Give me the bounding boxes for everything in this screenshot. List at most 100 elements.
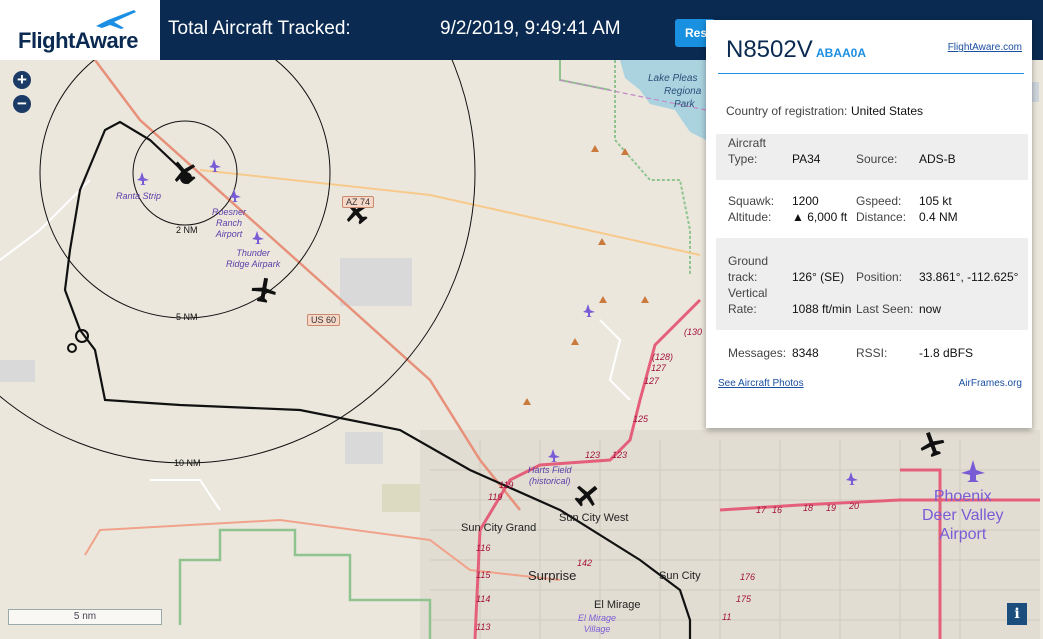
airport-label-line: Ranch	[216, 218, 243, 228]
lake-pleasant-label: Lake Pleas Regiona Park	[648, 72, 701, 111]
route-number: 19	[826, 503, 837, 513]
route-number: 127	[651, 363, 667, 373]
airport-label-line: Roesner	[212, 207, 247, 217]
airport-label-roesner: Roesner Ranch Airport	[212, 207, 246, 240]
airport-label-line: Ridge Airpark	[226, 259, 281, 269]
vertical-rate-value: 1088 ft/min	[792, 302, 852, 316]
route-number: 175	[736, 594, 752, 604]
el-mirage-village-label: El Mirage Village	[578, 613, 616, 635]
source-label: Source:	[856, 152, 898, 166]
airport-label-line: Harts Field	[528, 465, 572, 475]
ring-label-10nm: 10 NM	[174, 458, 201, 468]
flightaware-logo[interactable]: FlightAware	[0, 0, 160, 60]
airport-label-ranta: Ranta Strip	[116, 191, 162, 201]
route-number: 11	[722, 612, 732, 622]
airport-label-line: Deer Valley	[922, 507, 1004, 524]
timestamp: 9/2/2019, 9:49:41 AM	[440, 18, 621, 39]
messages-label: Messages:	[728, 346, 787, 360]
route-number: 16	[772, 505, 783, 515]
park-label-line: Park	[674, 99, 695, 110]
aircraft-registration: N8502V	[726, 36, 813, 63]
distance-value: 0.4 NM	[919, 210, 958, 224]
route-number: 125	[633, 414, 649, 424]
squawk-altitude-row: Squawk: 1200 Gspeed: 105 kt Altitude: ▲ …	[716, 192, 1028, 230]
park-label-line: Lake Pleas	[648, 73, 698, 84]
airport-label-line: Airport	[215, 229, 243, 239]
highway-shield-us60: US 60	[307, 314, 341, 326]
rssi-label: RSSI:	[856, 346, 888, 360]
route-number: 123	[585, 450, 601, 460]
label-line: El Mirage	[578, 613, 617, 623]
vertical-rate-label: Vertical	[728, 286, 768, 300]
route-number: 127	[644, 376, 660, 386]
city-sun-city: Sun City	[659, 570, 701, 582]
aircraft-marker[interactable]	[250, 276, 278, 304]
country-value: United States	[851, 104, 924, 118]
airport-label-line: (historical)	[529, 476, 571, 486]
altitude-label: Altitude:	[728, 210, 772, 224]
park-label-line: Regiona	[664, 86, 702, 97]
aircraft-type-value: PA34	[792, 152, 821, 166]
vertical-rate-label: Rate:	[728, 302, 757, 316]
track-vrate-row: Ground track: 126° (SE) Position: 33.861…	[716, 238, 1028, 330]
route-number: 119	[488, 492, 503, 502]
messages-rssi-row: Messages: 8348 RSSI: -1.8 dBFS	[716, 346, 1028, 366]
aircraft-type-row: Aircraft Type: PA34 Source: ADS-B	[716, 134, 1028, 180]
aircraft-marker[interactable]	[573, 481, 601, 509]
country-label: Country of registration:	[726, 104, 848, 118]
airport-label-line: Airport	[939, 526, 987, 543]
airport-label-line: Thunder	[236, 248, 270, 258]
last-seen-value: now	[919, 302, 942, 316]
aircraft-type-label: Type:	[728, 152, 758, 166]
route-number: 17	[756, 505, 767, 515]
airframes-link[interactable]: AirFrames.org	[959, 378, 1022, 389]
rssi-value: -1.8 dBFS	[919, 346, 974, 360]
route-number: 18	[803, 503, 814, 513]
airport-label-thunder-ridge: Thunder Ridge Airpark	[226, 248, 280, 270]
zoom-in-button[interactable]: +	[13, 71, 31, 89]
aircraft-info-popup: N8502V ABAA0A FlightAware.com Country of…	[706, 20, 1032, 428]
aircraft-hex-code: ABAA0A	[816, 46, 867, 60]
popup-divider	[718, 73, 1024, 74]
label-line: Village	[583, 624, 611, 634]
route-number: 142	[577, 558, 593, 568]
last-seen-label: Last Seen:	[856, 302, 914, 316]
ground-track-label: track:	[728, 270, 758, 284]
ground-track-value: 126° (SE)	[792, 270, 845, 284]
route-number: 114	[476, 594, 491, 604]
route-number: 20	[849, 501, 860, 511]
route-number: 176	[740, 572, 756, 582]
squawk-value: 1200	[792, 194, 819, 208]
gspeed-value: 105 kt	[919, 194, 952, 208]
info-button[interactable]: i	[1007, 603, 1027, 625]
gspeed-label: Gspeed:	[856, 194, 902, 208]
route-number: 116	[476, 543, 491, 553]
position-value: 33.861°, -112.625°	[919, 270, 1019, 284]
aircraft-photos-link[interactable]: See Aircraft Photos	[718, 378, 804, 389]
source-value: ADS-B	[919, 152, 956, 166]
position-label: Position:	[856, 270, 903, 284]
route-number: (128)	[652, 352, 674, 362]
aircraft-type-label: Aircraft	[728, 136, 767, 150]
route-number: 123	[612, 450, 628, 460]
total-aircraft-label: Total Aircraft Tracked:	[168, 18, 351, 39]
phoenix-deer-valley-label: Phoenix Deer Valley Airport	[922, 487, 1004, 544]
country-row: Country of registration: United States	[716, 104, 1028, 124]
airport-label-harts-field: Harts Field (historical)	[528, 465, 572, 487]
scale-bar: 5 nm	[8, 609, 162, 625]
route-number: 115	[476, 570, 491, 580]
squawk-label: Squawk:	[728, 194, 775, 208]
zoom-out-button[interactable]: −	[13, 95, 31, 113]
selected-aircraft-marker[interactable]	[170, 158, 200, 188]
route-number: 113	[476, 622, 491, 632]
city-surprise: Surprise	[528, 568, 577, 583]
ground-track-label: Ground	[728, 254, 769, 268]
highway-shield-az74: AZ 74	[342, 196, 375, 208]
ring-label-5nm: 5 NM	[176, 312, 198, 322]
ring-label-2nm: 2 NM	[176, 225, 198, 235]
flightaware-link[interactable]: FlightAware.com	[948, 42, 1022, 53]
city-el-mirage: El Mirage	[594, 599, 641, 611]
aircraft-marker[interactable]	[918, 430, 946, 458]
logo-text: FlightAware	[18, 28, 139, 53]
altitude-value: ▲ 6,000 ft	[792, 210, 848, 224]
